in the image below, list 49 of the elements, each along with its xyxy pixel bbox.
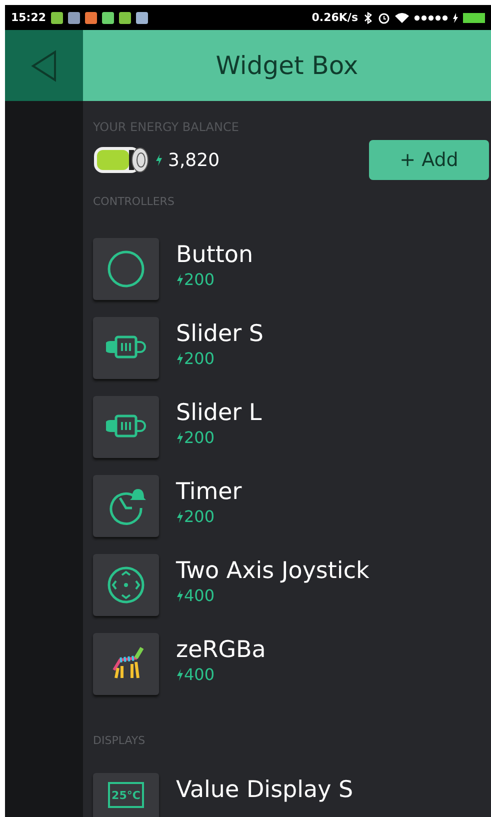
widget-name: Two Axis Joystick (176, 558, 370, 584)
widget-name: Value Display S (176, 777, 354, 803)
energy-icon (176, 590, 183, 602)
widget-tile[interactable] (93, 633, 159, 695)
widget-tile[interactable] (93, 475, 159, 537)
energy-icon (176, 274, 183, 286)
notification-icon (68, 12, 80, 24)
network-speed: 0.26K/s (312, 11, 358, 24)
joystick-icon (106, 565, 146, 605)
status-time: 15:22 (11, 11, 46, 24)
widget-tile[interactable] (93, 238, 159, 300)
energy-icon (176, 432, 183, 444)
widget-tile[interactable]: 25°C (93, 773, 159, 817)
widget-name: Timer (176, 479, 242, 505)
widget-price: 200 (184, 428, 215, 447)
widget-name: Slider S (176, 321, 264, 347)
screen-title: Widget Box (83, 30, 491, 101)
notification-icon (51, 12, 64, 24)
battery-icon (93, 145, 149, 175)
alarm-icon (378, 12, 390, 24)
widget-tile[interactable] (93, 396, 159, 458)
widget-tile[interactable] (93, 317, 159, 379)
widget-name: Button (176, 242, 254, 268)
energy-icon (176, 352, 183, 364)
energy-icon (155, 154, 162, 166)
signal-icon (414, 14, 448, 20)
add-button[interactable]: + Add (369, 140, 489, 180)
widget-price: 200 (184, 349, 215, 368)
battery-icon (463, 12, 485, 22)
wifi-icon (395, 12, 409, 23)
widget-name: zeRGBa (176, 637, 266, 663)
widget-name: Slider L (176, 400, 262, 426)
notification-icon (85, 12, 98, 24)
energy-amount: 3,820 (168, 150, 221, 170)
widget-tile[interactable] (93, 554, 159, 616)
back-arrow-icon (31, 50, 57, 82)
bluetooth-icon (363, 12, 373, 24)
notification-icon (119, 12, 132, 24)
notification-icon (102, 12, 114, 24)
notification-icon (136, 12, 148, 24)
charging-icon (453, 12, 458, 22)
circle-icon (106, 249, 146, 289)
display-icon-text: 25°C (112, 789, 140, 802)
widget-price: 200 (184, 507, 215, 526)
widget-price: 200 (184, 270, 215, 289)
energy-icon (176, 668, 183, 680)
widget-price: 400 (184, 586, 215, 605)
widget-price: 400 (184, 665, 215, 684)
energy-icon (176, 510, 183, 522)
